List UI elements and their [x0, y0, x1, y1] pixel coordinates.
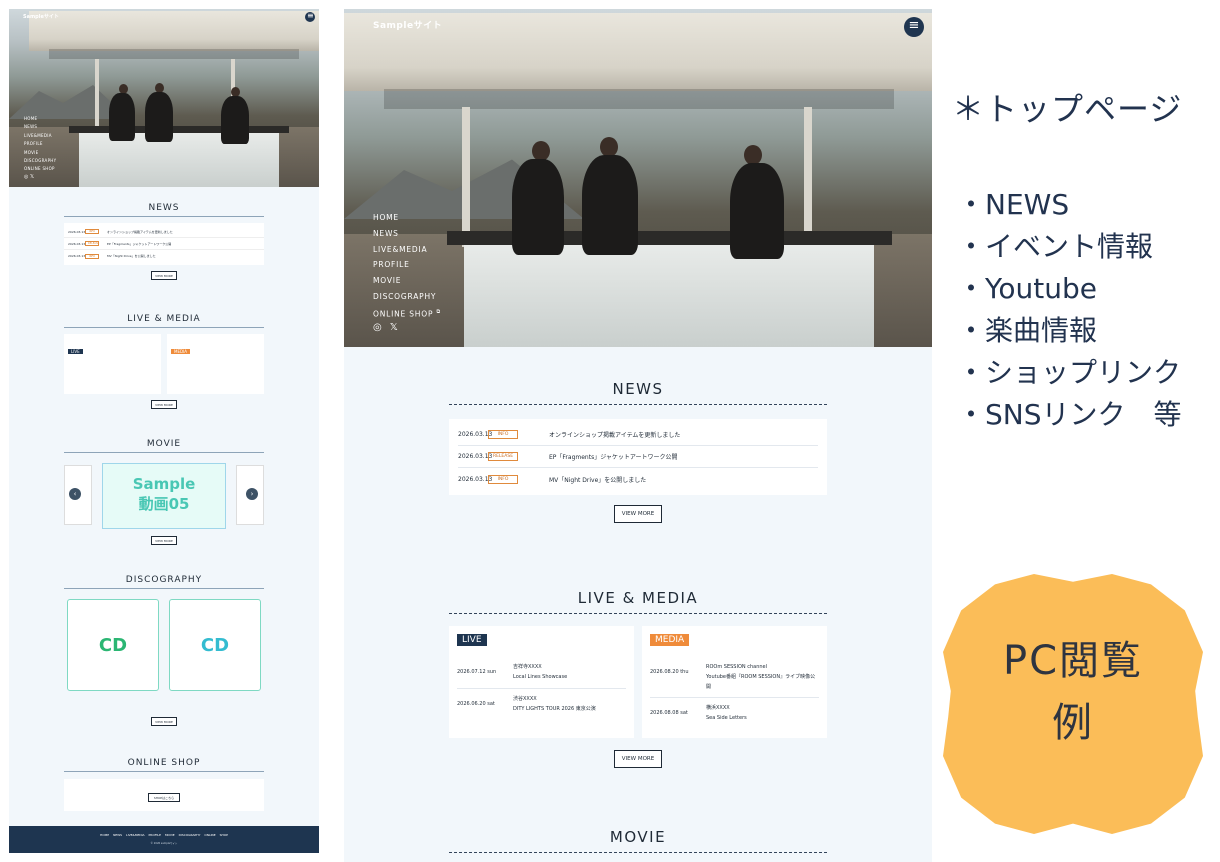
description-heading: ＊トップページ: [952, 90, 1183, 128]
feature-item: ・楽曲情報: [957, 314, 1098, 347]
pc-preview: Sampleサイト ≡ HOME NEWS LIVE&MEDIA PROFILE…: [344, 9, 932, 862]
online-shop-section: ONLINE SHOP SHOPはこちら: [64, 758, 264, 811]
view-more-button[interactable]: VIEW MORE: [151, 400, 177, 409]
x-icon[interactable]: 𝕏: [390, 322, 398, 333]
nav-item-movie[interactable]: MOVIE: [24, 149, 56, 157]
hero-photo: Sampleサイト HOME NEWS LIVE&MEDIA PROFILE M…: [9, 9, 319, 187]
nav-item-home[interactable]: HOME: [24, 115, 56, 123]
movie-section: MOVIE Sample 動画05 ‹ › VIEW MORE: [64, 439, 264, 545]
news-item[interactable]: 2026.03.13 RELEASE EP「Fragments」ジャケットアートワー…: [64, 238, 264, 250]
nav-item-discography[interactable]: DISCOGRAPHY: [373, 289, 441, 305]
footer-nav[interactable]: HOME NEWS LIVE&MEDIA PROFILE MOVIE DISCO…: [9, 833, 319, 837]
hero-nav: HOME NEWS LIVE&MEDIA PROFILE MOVIE DISCO…: [24, 115, 56, 174]
feature-item: ・ショップリンク: [957, 356, 1182, 389]
nav-item-home[interactable]: HOME: [373, 210, 441, 226]
news-list: 2026.03.13 INFO オンラインショップ掲載アイテムを更新しました 2…: [449, 419, 827, 495]
feature-item: ・NEWS: [957, 188, 1070, 221]
view-more-button[interactable]: VIEW MORE: [614, 505, 662, 523]
copyright: © 2026 sampleサイト: [150, 842, 178, 845]
nav-item-movie[interactable]: MOVIE: [373, 273, 441, 289]
section-title: ONLINE SHOP: [64, 758, 264, 772]
cd-cover[interactable]: CD: [67, 599, 159, 691]
view-more-button[interactable]: VIEW MORE: [151, 271, 177, 280]
live-media-section: LIVE & MEDIA LIVE MEDIA VIEW MORE: [64, 314, 264, 409]
news-item[interactable]: 2026.03.13 INFO オンラインショップ掲載アイテムを更新しました: [458, 424, 818, 446]
instagram-icon[interactable]: ◎: [24, 174, 28, 180]
live-event[interactable]: 2026.06.20 sat 渋谷XXXX DITY LIGHTS TOUR 20…: [457, 694, 626, 714]
view-more-button[interactable]: VIEW MORE: [614, 750, 662, 768]
video-label: Sample: [132, 475, 196, 493]
view-more-button[interactable]: VIEW MORE: [151, 717, 177, 726]
feature-list: ・NEWS ・イベント情報 ・Youtube ・楽曲情報 ・ショップリンク ・S…: [957, 185, 1182, 437]
shop-card: SHOPはこちら: [64, 779, 264, 811]
section-title: LIVE & MEDIA: [449, 589, 827, 614]
live-event[interactable]: 2026.07.12 sun 吉祥寺XXXX Local Lines Showca…: [457, 662, 626, 682]
hero-photo: Sampleサイト ≡ HOME NEWS LIVE&MEDIA PROFILE…: [344, 9, 932, 347]
site-logo[interactable]: Sampleサイト: [23, 13, 59, 20]
section-title: DISCOGRAPHY: [64, 575, 264, 589]
media-card: MEDIA 2026.08.20 thu ROOm SESSION channe…: [642, 626, 827, 738]
feature-item: ・イベント情報: [957, 230, 1154, 263]
live-badge: LIVE: [68, 349, 83, 354]
external-link-icon: ⧉: [436, 308, 441, 315]
view-more-button[interactable]: VIEW MORE: [151, 536, 177, 545]
live-media-section: LIVE & MEDIA LIVE 2026.07.12 sun 吉祥寺XXXX…: [449, 589, 827, 779]
movie-section: MOVIE: [449, 828, 827, 853]
media-badge: MEDIA: [650, 634, 690, 646]
hamburger-icon[interactable]: ≡: [904, 17, 924, 37]
cd-cover[interactable]: CD: [169, 599, 261, 691]
media-item[interactable]: 2026.08.20 thu ROOm SESSION channel Youtu…: [650, 662, 819, 692]
instagram-icon[interactable]: ◎: [373, 322, 382, 333]
media-badge: MEDIA: [171, 349, 190, 354]
nav-item-live-media[interactable]: LIVE&MEDIA: [24, 132, 56, 140]
media-item[interactable]: 2026.08.08 sat 横浜XXXX Sea Side Letters: [650, 703, 819, 723]
nav-item-online-shop[interactable]: ONLINE SHOP ⧉: [373, 305, 441, 321]
video-label: 動画05: [138, 495, 190, 513]
nav-item-news[interactable]: NEWS: [24, 123, 56, 131]
feature-item: ・SNSリンク 等: [957, 398, 1182, 431]
news-tag: INFO: [488, 430, 518, 439]
hero-nav: HOME NEWS LIVE&MEDIA PROFILE MOVIE DISCO…: [373, 210, 441, 321]
discography-section: DISCOGRAPHY CD CD VIEW MORE: [64, 575, 264, 735]
nav-item-live-media[interactable]: LIVE&MEDIA: [373, 242, 441, 258]
news-section: NEWS 2026.03.13 INFO オンラインショップ掲載アイテムを更新し…: [449, 380, 827, 523]
pc-example-badge-label: PC閲覧 例: [1002, 638, 1144, 746]
section-title: MOVIE: [64, 439, 264, 453]
nav-item-discography[interactable]: DISCOGRAPHY: [24, 157, 56, 165]
news-item[interactable]: 2026.03.13 INFO オンラインショップ掲載アイテムを更新しました: [64, 226, 264, 238]
x-icon[interactable]: 𝕏: [30, 174, 34, 180]
live-card: LIVE 2026.07.12 sun 吉祥寺XXXX Local Lines S…: [449, 626, 634, 738]
hamburger-icon[interactable]: [305, 11, 315, 22]
live-card: LIVE: [64, 334, 161, 394]
section-title: MOVIE: [449, 828, 827, 853]
nav-item-news[interactable]: NEWS: [373, 226, 441, 242]
nav-item-online-shop[interactable]: ONLINE SHOP: [24, 165, 56, 173]
news-item[interactable]: 2026.03.13 INFO MV「Night Drive」を公開しました: [64, 250, 264, 262]
sns-links: ◎ 𝕏: [373, 322, 398, 333]
media-card: MEDIA: [167, 334, 264, 394]
chevron-left-icon[interactable]: ‹: [69, 488, 81, 500]
news-list: 2026.03.13 INFO オンラインショップ掲載アイテムを更新しました 202…: [64, 223, 264, 265]
chevron-right-icon[interactable]: ›: [246, 488, 258, 500]
nav-item-profile[interactable]: PROFILE: [24, 140, 56, 148]
news-item[interactable]: 2026.03.13 INFO MV「Night Drive」を公開しました: [458, 468, 818, 490]
site-logo[interactable]: Sampleサイト: [373, 18, 442, 31]
section-title: LIVE & MEDIA: [64, 314, 264, 328]
section-title: NEWS: [449, 380, 827, 405]
news-tag: RELEASE: [488, 452, 518, 461]
site-footer: HOME NEWS LIVE&MEDIA PROFILE MOVIE DISCO…: [9, 826, 319, 853]
nav-item-profile[interactable]: PROFILE: [373, 257, 441, 273]
sns-links: ◎ 𝕏: [24, 174, 34, 180]
live-badge: LIVE: [457, 634, 487, 646]
section-title: NEWS: [64, 203, 264, 217]
news-section: NEWS 2026.03.13 INFO オンラインショップ掲載アイテムを更新しまし…: [64, 203, 264, 280]
video-thumbnail[interactable]: Sample 動画05: [102, 463, 226, 529]
news-tag: INFO: [488, 474, 518, 484]
full-page-preview: Sampleサイト HOME NEWS LIVE&MEDIA PROFILE M…: [9, 9, 319, 853]
feature-item: ・Youtube: [957, 272, 1097, 305]
shop-button[interactable]: SHOPはこちら: [148, 793, 180, 802]
news-item[interactable]: 2026.03.13 RELEASE EP「Fragments」ジャケットアート…: [458, 446, 818, 468]
